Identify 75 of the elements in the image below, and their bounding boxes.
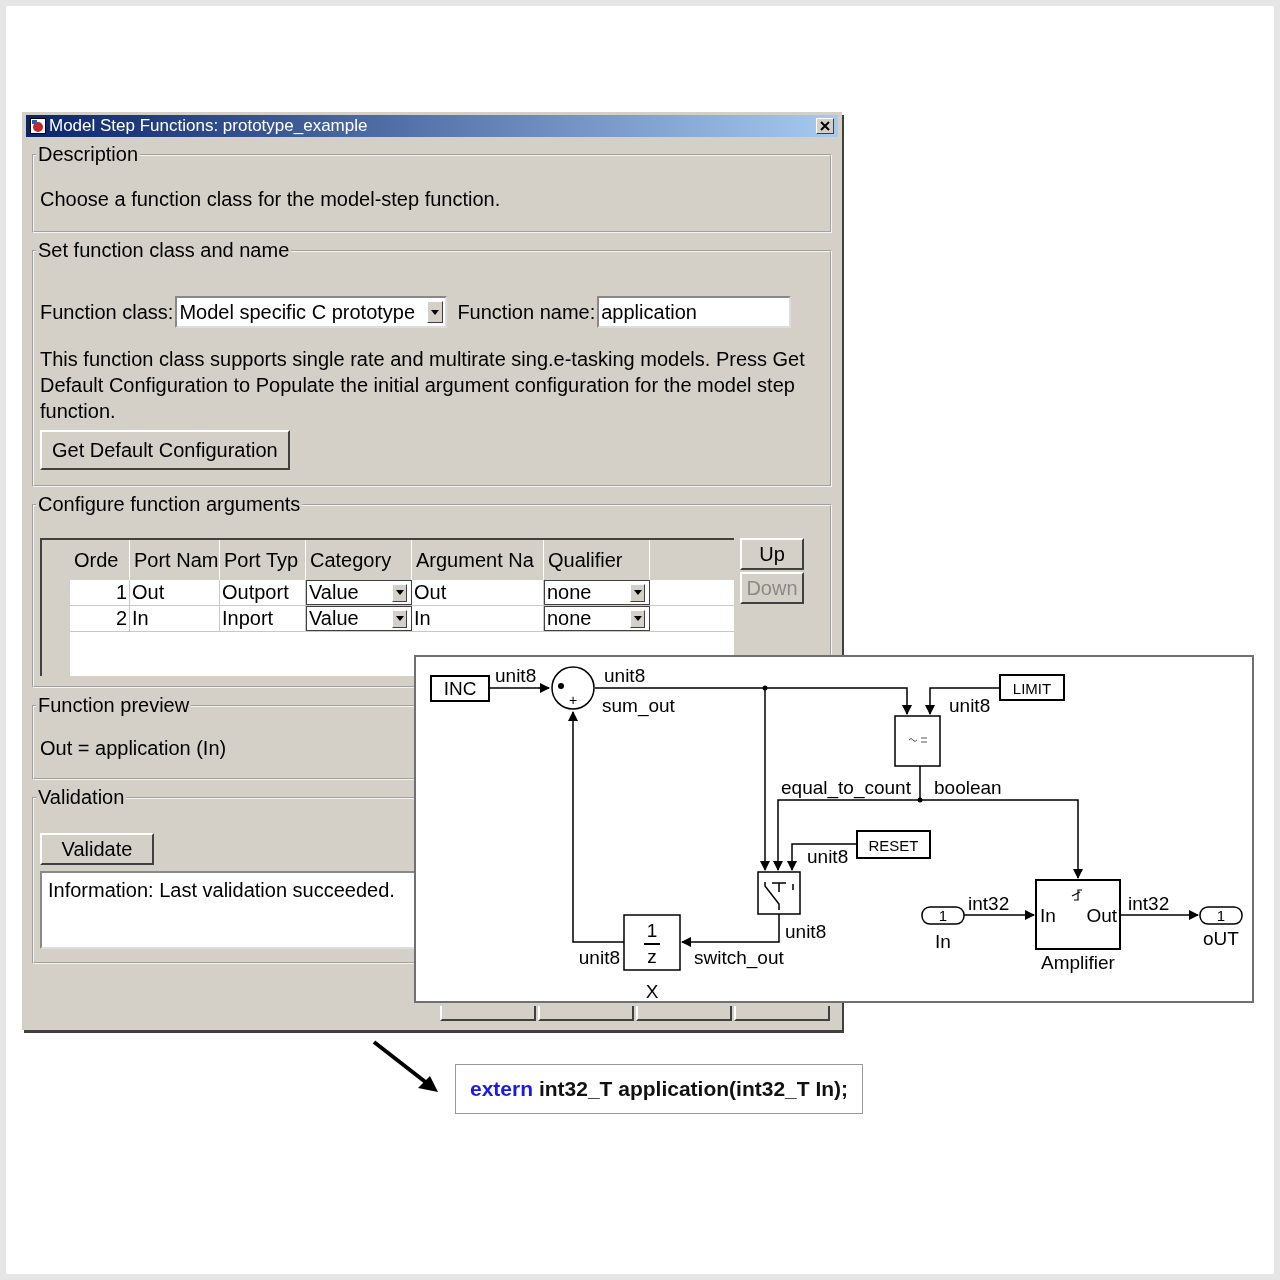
signal-label: unit8: [785, 921, 827, 942]
sign-label: +: [568, 692, 578, 708]
group-title: Configure function arguments: [37, 493, 302, 516]
signal-label: int32: [1128, 893, 1170, 914]
signal-line: [963, 910, 1035, 920]
port-label: In: [1040, 905, 1056, 926]
sum-block: [551, 666, 595, 710]
field-label: Function class:: [40, 300, 174, 324]
block-label: RESET: [868, 836, 919, 854]
constant-block: [999, 674, 1065, 701]
dialog-button-bottom[interactable]: [440, 1006, 536, 1021]
signal-label: equal_to_count: [781, 777, 911, 798]
signal-label: unit8: [949, 695, 991, 716]
block-label: LIMIT: [1012, 679, 1052, 697]
junction-dot: [762, 685, 768, 691]
port-number: 1: [938, 907, 948, 924]
port-block: [1199, 906, 1243, 925]
column-header: Port Nam: [130, 540, 220, 580]
table-dropdown[interactable]: Value: [306, 580, 412, 605]
move-button[interactable]: Up: [740, 538, 804, 570]
signal-label: switch_out: [694, 947, 784, 968]
dialog-button-bottom[interactable]: [636, 1006, 732, 1021]
dialog-button-bottom[interactable]: [734, 1006, 830, 1021]
get-default-configuration-button[interactable]: Get Default Configuration: [40, 430, 290, 470]
constant-block: [430, 675, 490, 702]
function-class-dropdown[interactable]: Model specific C prototype: [175, 296, 448, 328]
port-name: oUT: [1203, 928, 1239, 949]
table-cell: Out: [130, 580, 220, 605]
port-label: Out: [1086, 905, 1117, 926]
signal-label: unit8: [495, 665, 537, 686]
column-header: Orde: [70, 540, 130, 580]
validation-message: Information: Last validation succeeded.: [48, 879, 395, 901]
close-icon: [820, 121, 830, 131]
port-name: In: [935, 931, 951, 952]
signal-label: unit8: [807, 846, 849, 867]
signal-label: unit8: [578, 947, 620, 968]
dialog-button-bottom[interactable]: [538, 1006, 634, 1021]
window-title: Model Step Functions: prototype_example: [49, 116, 369, 136]
table-dropdown[interactable]: none: [544, 606, 650, 631]
close-button[interactable]: [816, 118, 834, 134]
block-name: X: [645, 981, 659, 1001]
delay-block: [623, 914, 681, 971]
app-icon: [30, 118, 46, 134]
column-header: Argument Na: [412, 540, 544, 580]
signal-label: unit8: [604, 665, 646, 686]
trigger-icon: [1071, 889, 1083, 901]
column-header: Port Typ: [220, 540, 306, 580]
function-name-field[interactable]: application: [597, 296, 792, 328]
table-cell: 1: [70, 580, 130, 605]
port-number: 1: [1216, 907, 1226, 924]
signal-label: sum_out: [602, 695, 675, 716]
signal-label: int32: [968, 893, 1010, 914]
field-label: Function name:: [457, 300, 596, 324]
table-dropdown[interactable]: none: [544, 580, 650, 605]
group-title: Description: [37, 143, 140, 166]
table-cell: In: [130, 606, 220, 631]
compare-block: [894, 715, 941, 767]
validate-button[interactable]: Validate: [40, 833, 154, 865]
preview-text: Out = application (In): [40, 737, 228, 760]
block-label: INC: [443, 677, 477, 699]
description-text: Choose a function class for the model-step function.: [40, 188, 502, 211]
table-dropdown[interactable]: Value: [306, 606, 412, 631]
group-title: Set function class and name: [37, 239, 291, 262]
switch-block: [757, 871, 801, 915]
numerator: 1: [646, 920, 658, 941]
help-text: This function class supports single rate and multirate sing.e-tasking models. Press Get Default Configuration to Populate the initial argument configuration for the model step function.: [40, 347, 806, 424]
group-title: Validation: [37, 786, 126, 809]
block-name: Amplifier: [1041, 952, 1115, 973]
signal-label: boolean: [934, 777, 1002, 798]
port-block: [921, 906, 965, 925]
signal-line: [488, 683, 550, 693]
table-cell: 2: [70, 606, 130, 631]
denominator: z: [647, 946, 657, 967]
junction-dot: [917, 797, 923, 803]
group-title: Function preview: [37, 694, 191, 717]
